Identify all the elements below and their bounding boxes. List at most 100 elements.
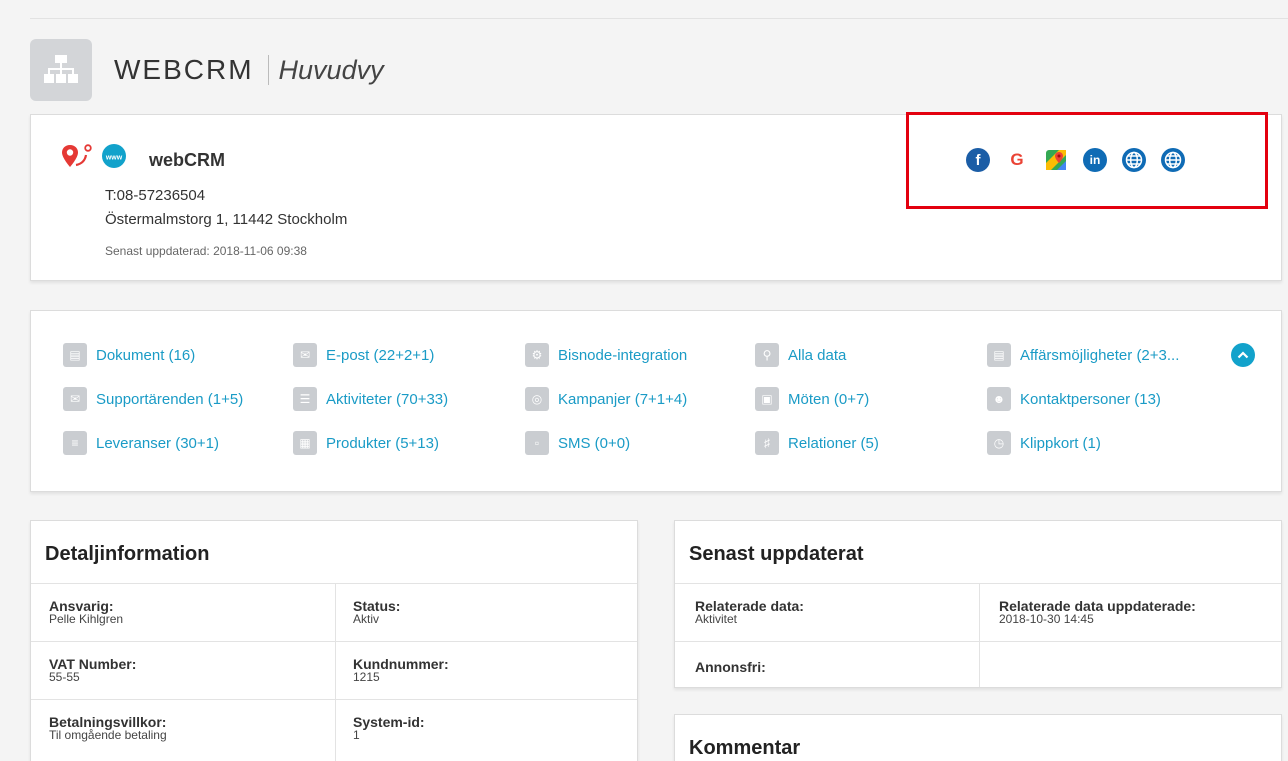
company-phone[interactable]: T:08-57236504 xyxy=(105,187,205,204)
comment-panel: Kommentar xyxy=(674,714,1282,761)
link-label[interactable]: Aktiviteter (70+33) xyxy=(326,391,448,408)
handshake-icon: ≡ xyxy=(63,431,87,455)
recent-updates-panel: Senast uppdaterat Relaterade data: Aktiv… xyxy=(674,520,1282,688)
panel-title: Detaljinformation xyxy=(45,543,210,565)
search-icon: ⚲ xyxy=(755,343,779,367)
checklist-icon: ☰ xyxy=(293,387,317,411)
field-relaterade-data: Relaterade data: Aktivitet xyxy=(695,599,804,625)
panel-title: Senast uppdaterat xyxy=(689,543,864,565)
collapse-button[interactable] xyxy=(1231,343,1255,367)
www-icon[interactable]: www xyxy=(101,143,127,174)
link-label[interactable]: Klippkort (1) xyxy=(1020,435,1101,452)
field-value: 2018-10-30 14:45 xyxy=(999,612,1094,626)
field-vat-number: VAT Number: 55-55 xyxy=(49,657,136,683)
link-klippkort[interactable]: ◷ Klippkort (1) xyxy=(987,430,1101,456)
page-title: WEBCRM xyxy=(114,54,254,85)
link-supportarenden[interactable]: ✉ Supportärenden (1+5) xyxy=(63,386,243,412)
link-label[interactable]: E-post (22+2+1) xyxy=(326,347,434,364)
field-value: 1 xyxy=(353,728,360,742)
link-bisnode[interactable]: ⚙ Bisnode-integration xyxy=(525,342,687,368)
field-label: Annonsfri: xyxy=(695,659,766,675)
link-label[interactable]: Affärsmöjligheter (2+3... xyxy=(1020,347,1179,364)
field-value: Til omgående betaling xyxy=(49,728,167,742)
map-pin-icon[interactable] xyxy=(61,143,93,174)
link-dokument[interactable]: ▤ Dokument (16) xyxy=(63,342,195,368)
chevron-up-icon xyxy=(1237,351,1249,359)
field-label: Relaterade data uppdaterade: xyxy=(999,598,1196,614)
field-annonsfri: Annonsfri: xyxy=(695,660,766,674)
relations-icon: ♯ xyxy=(755,431,779,455)
google-maps-icon[interactable] xyxy=(1044,148,1068,172)
field-betalningsvillkor: Betalningsvillkor: Til omgående betaling xyxy=(49,715,167,741)
website-globe-icon[interactable] xyxy=(1122,148,1146,172)
field-value: Pelle Kihlgren xyxy=(49,612,124,626)
linkedin-icon[interactable]: in xyxy=(1083,148,1107,172)
field-label: VAT Number: xyxy=(49,656,137,672)
field-value: 1215 xyxy=(353,670,380,684)
field-system-id: System-id: 1 xyxy=(353,715,425,741)
link-label[interactable]: Bisnode-integration xyxy=(558,347,687,364)
link-label[interactable]: Dokument (16) xyxy=(96,347,195,364)
field-label: System-id: xyxy=(353,714,425,730)
company-name[interactable]: webCRM xyxy=(149,150,225,171)
link-label[interactable]: Alla data xyxy=(788,347,846,364)
field-value: Aktivitet xyxy=(695,612,738,626)
grid-icon: ▦ xyxy=(293,431,317,455)
social-links: f G in xyxy=(966,148,1185,172)
support-icon: ✉ xyxy=(63,387,87,411)
link-sms[interactable]: ▫ SMS (0+0) xyxy=(525,430,630,456)
link-kontaktpersoner[interactable]: ☻ Kontaktpersoner (13) xyxy=(987,386,1161,412)
link-alla-data[interactable]: ⚲ Alla data xyxy=(755,342,846,368)
field-label: Betalningsvillkor: xyxy=(49,714,167,730)
target-icon: ◎ xyxy=(525,387,549,411)
link-label[interactable]: Möten (0+7) xyxy=(788,391,869,408)
clock-icon: ◷ xyxy=(987,431,1011,455)
link-label[interactable]: Produkter (5+13) xyxy=(326,435,439,452)
link-label[interactable]: Supportärenden (1+5) xyxy=(96,391,243,408)
divider xyxy=(31,699,637,700)
sms-icon: ▫ xyxy=(525,431,549,455)
company-card: www webCRM T:08-57236504 Östermalmstorg … xyxy=(30,112,1282,281)
company-icons: www xyxy=(61,143,127,174)
field-label: Kundnummer: xyxy=(353,656,449,672)
link-label[interactable]: Relationer (5) xyxy=(788,435,879,452)
envelope-icon: ✉ xyxy=(293,343,317,367)
title-separator xyxy=(267,55,269,85)
field-label: Ansvarig: xyxy=(49,598,114,614)
facebook-icon[interactable]: f xyxy=(966,148,990,172)
quick-links-card: ▤ Dokument (16) ✉ Supportärenden (1+5) ≡… xyxy=(30,310,1282,492)
website-globe-icon-2[interactable] xyxy=(1161,148,1185,172)
field-ansvarig: Ansvarig: Pelle Kihlgren xyxy=(49,599,123,625)
contacts-icon: ☻ xyxy=(987,387,1011,411)
field-value: Aktiv xyxy=(353,612,380,626)
divider xyxy=(31,641,637,642)
detail-panel: Detaljinformation Ansvarig: Pelle Kihlgr… xyxy=(30,520,638,761)
divider xyxy=(675,641,1281,642)
link-kampanjer[interactable]: ◎ Kampanjer (7+1+4) xyxy=(525,386,687,412)
field-relaterade-data-uppdaterade: Relaterade data uppdaterade: 2018-10-30 … xyxy=(999,599,1196,625)
link-epost[interactable]: ✉ E-post (22+2+1) xyxy=(293,342,434,368)
link-label[interactable]: Kontaktpersoner (13) xyxy=(1020,391,1161,408)
page-subtitle: Huvudvy xyxy=(278,54,384,85)
svg-text:www: www xyxy=(105,155,123,162)
link-label[interactable]: Kampanjer (7+1+4) xyxy=(558,391,687,408)
link-label[interactable]: Leveranser (30+1) xyxy=(96,435,219,452)
link-label[interactable]: SMS (0+0) xyxy=(558,435,630,452)
field-value: 55-55 xyxy=(49,670,80,684)
calendar-icon: ▣ xyxy=(755,387,779,411)
divider xyxy=(675,583,1281,584)
field-kundnummer: Kundnummer: 1215 xyxy=(353,657,449,683)
link-leveranser[interactable]: ≡ Leveranser (30+1) xyxy=(63,430,219,456)
field-label: Relaterade data: xyxy=(695,598,804,614)
divider xyxy=(979,583,980,687)
google-icon[interactable]: G xyxy=(1005,148,1029,172)
link-aktiviteter[interactable]: ☰ Aktiviteter (70+33) xyxy=(293,386,448,412)
page-header: WEBCRM Huvudvy xyxy=(30,38,384,102)
integration-icon: ⚙ xyxy=(525,343,549,367)
link-produkter[interactable]: ▦ Produkter (5+13) xyxy=(293,430,439,456)
link-moten[interactable]: ▣ Möten (0+7) xyxy=(755,386,869,412)
link-relationer[interactable]: ♯ Relationer (5) xyxy=(755,430,879,456)
divider xyxy=(335,583,336,761)
org-chart-icon xyxy=(30,39,92,101)
link-affarsmojligheter[interactable]: ▤ Affärsmöjligheter (2+3... xyxy=(987,342,1179,368)
